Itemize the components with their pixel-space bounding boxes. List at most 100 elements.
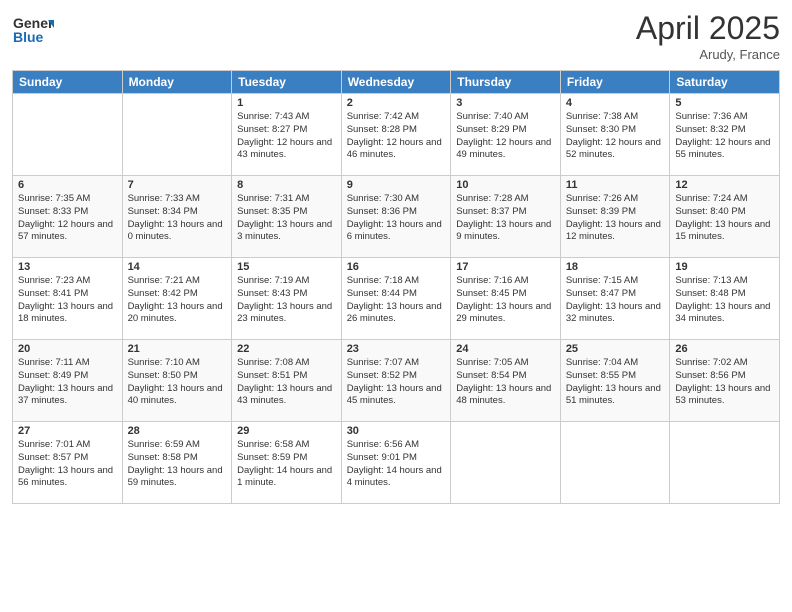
- sunset-text: Sunset: 8:56 PM: [675, 370, 745, 381]
- sunrise-text: Sunrise: 7:42 AM: [347, 111, 419, 122]
- calendar-cell: 18 Sunrise: 7:15 AM Sunset: 8:47 PM Dayl…: [560, 258, 670, 340]
- sunset-text: Sunset: 8:57 PM: [18, 452, 88, 463]
- day-info: Sunrise: 7:16 AM Sunset: 8:45 PM Dayligh…: [456, 275, 555, 326]
- sunset-text: Sunset: 8:37 PM: [456, 206, 526, 217]
- calendar-cell: 30 Sunrise: 6:56 AM Sunset: 9:01 PM Dayl…: [341, 422, 451, 504]
- sunset-text: Sunset: 8:59 PM: [237, 452, 307, 463]
- daylight-text: Daylight: 13 hours and 23 minutes.: [237, 301, 332, 325]
- calendar-cell: 24 Sunrise: 7:05 AM Sunset: 8:54 PM Dayl…: [451, 340, 561, 422]
- day-info: Sunrise: 7:18 AM Sunset: 8:44 PM Dayligh…: [347, 275, 446, 326]
- day-number: 2: [347, 97, 446, 109]
- day-number: 21: [128, 343, 227, 355]
- sunset-text: Sunset: 8:36 PM: [347, 206, 417, 217]
- calendar-cell: 20 Sunrise: 7:11 AM Sunset: 8:49 PM Dayl…: [13, 340, 123, 422]
- sunrise-text: Sunrise: 7:01 AM: [18, 439, 90, 450]
- day-number: 4: [566, 97, 665, 109]
- calendar-cell: 28 Sunrise: 6:59 AM Sunset: 8:58 PM Dayl…: [122, 422, 232, 504]
- sunrise-text: Sunrise: 7:31 AM: [237, 193, 309, 204]
- daylight-text: Daylight: 13 hours and 29 minutes.: [456, 301, 551, 325]
- sunrise-text: Sunrise: 7:26 AM: [566, 193, 638, 204]
- sunset-text: Sunset: 8:54 PM: [456, 370, 526, 381]
- sunset-text: Sunset: 9:01 PM: [347, 452, 417, 463]
- sunrise-text: Sunrise: 6:56 AM: [347, 439, 419, 450]
- sunrise-text: Sunrise: 7:05 AM: [456, 357, 528, 368]
- daylight-text: Daylight: 13 hours and 34 minutes.: [675, 301, 770, 325]
- sunset-text: Sunset: 8:29 PM: [456, 124, 526, 135]
- daylight-text: Daylight: 14 hours and 1 minute.: [237, 465, 332, 489]
- day-number: 16: [347, 261, 446, 273]
- sunset-text: Sunset: 8:32 PM: [675, 124, 745, 135]
- calendar-table: Sunday Monday Tuesday Wednesday Thursday…: [12, 70, 780, 504]
- daylight-text: Daylight: 12 hours and 49 minutes.: [456, 137, 551, 161]
- daylight-text: Daylight: 13 hours and 6 minutes.: [347, 219, 442, 243]
- calendar-cell: 16 Sunrise: 7:18 AM Sunset: 8:44 PM Dayl…: [341, 258, 451, 340]
- day-number: 11: [566, 179, 665, 191]
- daylight-text: Daylight: 14 hours and 4 minutes.: [347, 465, 442, 489]
- calendar-cell: 27 Sunrise: 7:01 AM Sunset: 8:57 PM Dayl…: [13, 422, 123, 504]
- day-info: Sunrise: 7:04 AM Sunset: 8:55 PM Dayligh…: [566, 357, 665, 408]
- calendar-cell: 2 Sunrise: 7:42 AM Sunset: 8:28 PM Dayli…: [341, 94, 451, 176]
- calendar-cell: 22 Sunrise: 7:08 AM Sunset: 8:51 PM Dayl…: [232, 340, 342, 422]
- day-info: Sunrise: 7:36 AM Sunset: 8:32 PM Dayligh…: [675, 111, 774, 162]
- daylight-text: Daylight: 12 hours and 55 minutes.: [675, 137, 770, 161]
- day-info: Sunrise: 7:28 AM Sunset: 8:37 PM Dayligh…: [456, 193, 555, 244]
- day-number: 14: [128, 261, 227, 273]
- day-info: Sunrise: 7:05 AM Sunset: 8:54 PM Dayligh…: [456, 357, 555, 408]
- daylight-text: Daylight: 13 hours and 43 minutes.: [237, 383, 332, 407]
- sunset-text: Sunset: 8:43 PM: [237, 288, 307, 299]
- day-number: 30: [347, 425, 446, 437]
- sunrise-text: Sunrise: 7:10 AM: [128, 357, 200, 368]
- calendar-cell: 13 Sunrise: 7:23 AM Sunset: 8:41 PM Dayl…: [13, 258, 123, 340]
- sunrise-text: Sunrise: 7:21 AM: [128, 275, 200, 286]
- sunset-text: Sunset: 8:40 PM: [675, 206, 745, 217]
- daylight-text: Daylight: 13 hours and 56 minutes.: [18, 465, 113, 489]
- day-info: Sunrise: 7:01 AM Sunset: 8:57 PM Dayligh…: [18, 439, 117, 490]
- sunset-text: Sunset: 8:48 PM: [675, 288, 745, 299]
- day-number: 19: [675, 261, 774, 273]
- day-info: Sunrise: 7:08 AM Sunset: 8:51 PM Dayligh…: [237, 357, 336, 408]
- sunrise-text: Sunrise: 7:15 AM: [566, 275, 638, 286]
- sunset-text: Sunset: 8:39 PM: [566, 206, 636, 217]
- col-friday: Friday: [560, 71, 670, 94]
- calendar-cell: 17 Sunrise: 7:16 AM Sunset: 8:45 PM Dayl…: [451, 258, 561, 340]
- day-info: Sunrise: 7:43 AM Sunset: 8:27 PM Dayligh…: [237, 111, 336, 162]
- calendar-cell: 25 Sunrise: 7:04 AM Sunset: 8:55 PM Dayl…: [560, 340, 670, 422]
- col-wednesday: Wednesday: [341, 71, 451, 94]
- sunset-text: Sunset: 8:50 PM: [128, 370, 198, 381]
- sunrise-text: Sunrise: 7:33 AM: [128, 193, 200, 204]
- day-info: Sunrise: 7:42 AM Sunset: 8:28 PM Dayligh…: [347, 111, 446, 162]
- calendar-cell: 5 Sunrise: 7:36 AM Sunset: 8:32 PM Dayli…: [670, 94, 780, 176]
- daylight-text: Daylight: 13 hours and 51 minutes.: [566, 383, 661, 407]
- day-info: Sunrise: 6:58 AM Sunset: 8:59 PM Dayligh…: [237, 439, 336, 490]
- day-number: 18: [566, 261, 665, 273]
- day-info: Sunrise: 7:21 AM Sunset: 8:42 PM Dayligh…: [128, 275, 227, 326]
- sunset-text: Sunset: 8:44 PM: [347, 288, 417, 299]
- calendar-header-row: Sunday Monday Tuesday Wednesday Thursday…: [13, 71, 780, 94]
- day-info: Sunrise: 7:07 AM Sunset: 8:52 PM Dayligh…: [347, 357, 446, 408]
- day-number: 1: [237, 97, 336, 109]
- day-number: 3: [456, 97, 555, 109]
- daylight-text: Daylight: 13 hours and 48 minutes.: [456, 383, 551, 407]
- col-saturday: Saturday: [670, 71, 780, 94]
- calendar-cell: 6 Sunrise: 7:35 AM Sunset: 8:33 PM Dayli…: [13, 176, 123, 258]
- daylight-text: Daylight: 13 hours and 40 minutes.: [128, 383, 223, 407]
- day-info: Sunrise: 7:11 AM Sunset: 8:49 PM Dayligh…: [18, 357, 117, 408]
- day-info: Sunrise: 6:56 AM Sunset: 9:01 PM Dayligh…: [347, 439, 446, 490]
- day-info: Sunrise: 7:02 AM Sunset: 8:56 PM Dayligh…: [675, 357, 774, 408]
- calendar-cell: [13, 94, 123, 176]
- sunset-text: Sunset: 8:45 PM: [456, 288, 526, 299]
- day-number: 10: [456, 179, 555, 191]
- col-monday: Monday: [122, 71, 232, 94]
- svg-text:Blue: Blue: [13, 29, 44, 45]
- week-row-3: 13 Sunrise: 7:23 AM Sunset: 8:41 PM Dayl…: [13, 258, 780, 340]
- calendar-cell: [670, 422, 780, 504]
- sunrise-text: Sunrise: 7:40 AM: [456, 111, 528, 122]
- calendar-cell: 19 Sunrise: 7:13 AM Sunset: 8:48 PM Dayl…: [670, 258, 780, 340]
- day-info: Sunrise: 7:10 AM Sunset: 8:50 PM Dayligh…: [128, 357, 227, 408]
- sunrise-text: Sunrise: 6:59 AM: [128, 439, 200, 450]
- day-number: 26: [675, 343, 774, 355]
- week-row-1: 1 Sunrise: 7:43 AM Sunset: 8:27 PM Dayli…: [13, 94, 780, 176]
- daylight-text: Daylight: 13 hours and 18 minutes.: [18, 301, 113, 325]
- daylight-text: Daylight: 13 hours and 53 minutes.: [675, 383, 770, 407]
- sunset-text: Sunset: 8:58 PM: [128, 452, 198, 463]
